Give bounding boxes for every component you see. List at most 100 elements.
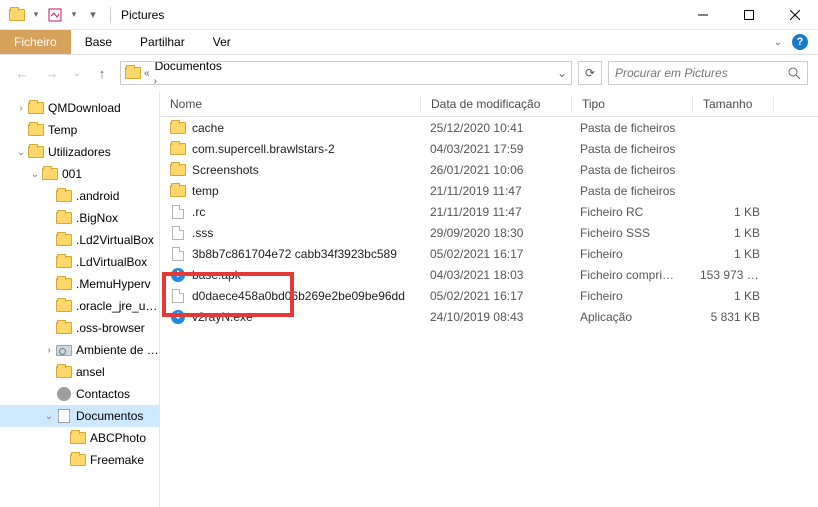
file-row[interactable]: ⬇v2rayN.exe24/10/2019 08:43Aplicação5 83…	[160, 306, 818, 327]
tree-item[interactable]: .LdVirtualBox	[0, 251, 159, 273]
up-button[interactable]: ↑	[90, 61, 114, 85]
file-type: Ficheiro	[570, 247, 690, 261]
tree-item[interactable]: Freemake	[0, 449, 159, 471]
tree-twisty-icon[interactable]: ⌄	[14, 147, 28, 158]
folder-icon	[42, 166, 58, 182]
col-name[interactable]: Nome	[160, 97, 420, 111]
maximize-button[interactable]	[726, 0, 772, 29]
ribbon: Ficheiro Base Partilhar Ver ⌄ ?	[0, 30, 818, 55]
file-type: Pasta de ficheiros	[570, 121, 690, 135]
tree-item[interactable]: .oss-browser	[0, 317, 159, 339]
file-icon	[170, 246, 186, 262]
properties-icon[interactable]	[44, 4, 66, 26]
forward-button[interactable]: →	[40, 61, 64, 85]
file-date: 04/03/2021 17:59	[420, 142, 570, 156]
file-size: 153 973 KB	[690, 268, 770, 282]
tree-item[interactable]: Contactos	[0, 383, 159, 405]
folder-icon	[6, 4, 28, 26]
folder-icon	[56, 320, 72, 336]
file-row[interactable]: 3b8b7c861704e72 cabb34f3923bc58905/02/20…	[160, 243, 818, 264]
tree-item-label: Utilizadores	[44, 145, 111, 159]
file-pane: Nome Data de modificação Tipo Tamanho ca…	[160, 91, 818, 507]
back-button[interactable]: ←	[10, 61, 34, 85]
tree-item[interactable]: .MemuHyperv	[0, 273, 159, 295]
search-input[interactable]	[615, 66, 788, 80]
file-row[interactable]: temp21/11/2019 11:47Pasta de ficheiros	[160, 180, 818, 201]
tree-item-label: Temp	[44, 123, 77, 137]
address-bar[interactable]: « Utilizadores›001›Documentos›XuanZhi›Pi…	[120, 61, 572, 85]
help-icon[interactable]: ?	[792, 34, 808, 50]
nav-tree[interactable]: ›QMDownloadTemp⌄Utilizadores⌄001.android…	[0, 91, 160, 507]
folder-icon	[28, 100, 44, 116]
hdd-icon	[56, 342, 72, 358]
file-date: 05/02/2021 16:17	[420, 247, 570, 261]
addr-folder-icon	[125, 65, 141, 81]
chevron-right-icon[interactable]: ›	[153, 76, 158, 85]
column-headers: Nome Data de modificação Tipo Tamanho	[160, 91, 818, 117]
file-row[interactable]: d0daece458a0bd06b269e2be09be96dd05/02/20…	[160, 285, 818, 306]
col-type[interactable]: Tipo	[572, 97, 692, 111]
folder-icon	[56, 232, 72, 248]
main-split: ›QMDownloadTemp⌄Utilizadores⌄001.android…	[0, 91, 818, 507]
tab-base[interactable]: Base	[71, 30, 126, 54]
breadcrumb-item[interactable]: Documentos	[153, 61, 224, 73]
tree-item-label: QMDownload	[44, 101, 121, 115]
search-icon[interactable]	[788, 67, 801, 80]
file-row[interactable]: .rc21/11/2019 11:47Ficheiro RC1 KB	[160, 201, 818, 222]
file-name: base.apk	[192, 268, 241, 282]
tab-file[interactable]: Ficheiro	[0, 30, 71, 54]
tree-item[interactable]: › QMDownload	[0, 97, 159, 119]
window-title: Pictures	[117, 8, 164, 22]
tree-item-label: .MemuHyperv	[72, 277, 151, 291]
file-row[interactable]: ⬇base.apk04/03/2021 18:03Ficheiro compri…	[160, 264, 818, 285]
tree-twisty-icon[interactable]: ⌄	[28, 169, 42, 180]
tree-item[interactable]: ⌄ Utilizadores	[0, 141, 159, 163]
tree-item[interactable]: ABCPhoto	[0, 427, 159, 449]
tree-item[interactable]: .oracle_jre_usage	[0, 295, 159, 317]
tree-item[interactable]: .android	[0, 185, 159, 207]
apk-icon: ⬇	[170, 267, 186, 283]
col-date[interactable]: Data de modificação	[421, 97, 571, 111]
ribbon-expand-icon[interactable]: ⌄	[774, 37, 782, 48]
tree-item-label: ABCPhoto	[86, 431, 146, 445]
tree-item[interactable]: ansel	[0, 361, 159, 383]
tree-item[interactable]: ⌄Documentos	[0, 405, 159, 427]
file-row[interactable]: cache25/12/2020 10:41Pasta de ficheiros	[160, 117, 818, 138]
tree-twisty-icon[interactable]: ›	[14, 103, 28, 114]
folder-icon	[70, 430, 86, 446]
qat-dropdown2-icon[interactable]: ▾	[68, 4, 80, 26]
col-size[interactable]: Tamanho	[693, 97, 773, 111]
recent-dropdown-icon[interactable]: ⌄	[70, 61, 84, 85]
tree-item-label: Contactos	[72, 387, 130, 401]
tab-share[interactable]: Partilhar	[126, 30, 199, 54]
file-row[interactable]: Screenshots26/01/2021 10:06Pasta de fich…	[160, 159, 818, 180]
file-type: Pasta de ficheiros	[570, 142, 690, 156]
qat-dropdown-icon[interactable]: ▾	[30, 4, 42, 26]
file-name: .sss	[192, 226, 213, 240]
search-box[interactable]	[608, 61, 808, 85]
tree-twisty-icon[interactable]: ›	[42, 345, 56, 356]
file-type: Pasta de ficheiros	[570, 184, 690, 198]
minimize-button[interactable]	[680, 0, 726, 29]
file-icon	[170, 204, 186, 220]
tree-item[interactable]: .Ld2VirtualBox	[0, 229, 159, 251]
tree-item-label: .LdVirtualBox	[72, 255, 147, 269]
file-row[interactable]: com.supercell.brawlstars-204/03/2021 17:…	[160, 138, 818, 159]
doc-icon	[56, 408, 72, 424]
address-row: ← → ⌄ ↑ « Utilizadores›001›Documentos›Xu…	[0, 55, 818, 91]
tree-item[interactable]: ⌄001	[0, 163, 159, 185]
qat-overflow-icon[interactable]: ▾	[82, 4, 104, 26]
tree-item[interactable]: .BigNox	[0, 207, 159, 229]
address-dropdown-icon[interactable]: ⌄	[557, 66, 567, 80]
file-date: 24/10/2019 08:43	[420, 310, 570, 324]
tree-twisty-icon[interactable]: ⌄	[42, 411, 56, 422]
refresh-button[interactable]: ⟳	[578, 61, 602, 85]
tree-item[interactable]: Temp	[0, 119, 159, 141]
file-type: Pasta de ficheiros	[570, 163, 690, 177]
file-row[interactable]: .sss29/09/2020 18:30Ficheiro SSS1 KB	[160, 222, 818, 243]
folder-icon	[170, 141, 186, 157]
tree-item[interactable]: ›Ambiente de trabalho	[0, 339, 159, 361]
tab-view[interactable]: Ver	[199, 30, 245, 54]
close-button[interactable]	[772, 0, 818, 29]
file-name: temp	[192, 184, 219, 198]
